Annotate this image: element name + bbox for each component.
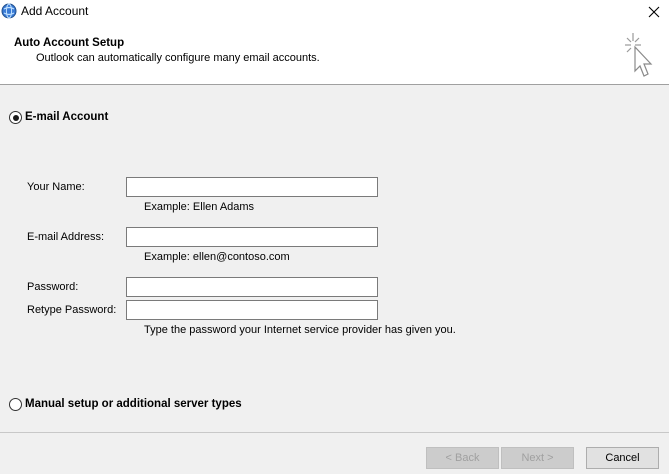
your-name-label: Your Name: (27, 181, 85, 193)
wizard-header: Auto Account Setup Outlook can automatic… (0, 23, 669, 85)
close-icon (648, 6, 660, 17)
close-button[interactable] (639, 0, 669, 23)
outlook-globe-icon (1, 3, 17, 19)
email-account-label[interactable]: E-mail Account (25, 111, 108, 123)
back-button[interactable]: < Back (426, 447, 499, 469)
your-name-input[interactable] (126, 177, 378, 197)
email-account-radio[interactable] (9, 111, 22, 124)
email-address-input[interactable] (126, 227, 378, 247)
window-title: Add Account (21, 4, 89, 18)
title-bar: Add Account (0, 0, 669, 23)
header-title: Auto Account Setup (14, 37, 125, 49)
header-subtitle: Outlook can automatically configure many… (36, 52, 320, 64)
password-hint: Type the password your Internet service … (144, 324, 456, 336)
email-address-hint: Example: ellen@contoso.com (144, 251, 290, 263)
retype-password-label: Retype Password: (27, 304, 117, 316)
your-name-hint: Example: Ellen Adams (144, 201, 255, 213)
password-label: Password: (27, 281, 79, 293)
magic-wand-cursor-icon (625, 33, 653, 77)
manual-setup-label[interactable]: Manual setup or additional server types (25, 398, 242, 410)
footer-divider (0, 432, 669, 433)
cancel-button[interactable]: Cancel (586, 447, 659, 469)
manual-setup-radio[interactable] (9, 398, 22, 411)
email-address-label: E-mail Address: (27, 231, 105, 243)
next-button[interactable]: Next > (501, 447, 574, 469)
retype-password-input[interactable] (126, 300, 378, 320)
password-input[interactable] (126, 277, 378, 297)
